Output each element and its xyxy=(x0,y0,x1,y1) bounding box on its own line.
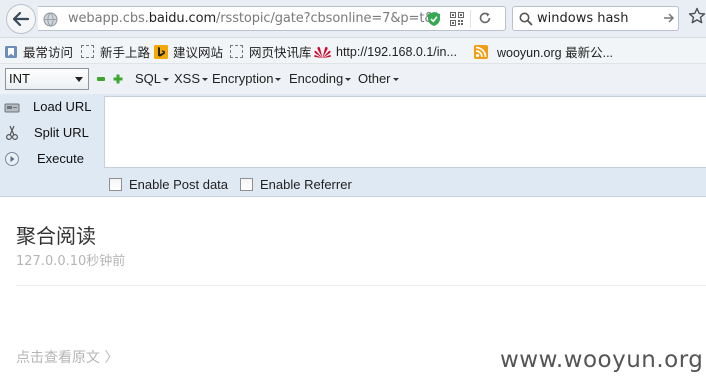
hackbar-panel: Load URL Split URL Execute Enable Post d… xyxy=(0,94,706,197)
enable-post-checkbox[interactable]: Enable Post data xyxy=(109,177,228,192)
decrease-icon[interactable] xyxy=(97,77,105,81)
hackbar-options: Enable Post data Enable Referrer xyxy=(0,170,706,197)
bookmark-router[interactable]: http://192.168.0.1/in... xyxy=(314,43,457,60)
url-bar-separator xyxy=(470,10,471,28)
qr-code-icon[interactable] xyxy=(450,12,464,26)
enable-referrer-checkbox[interactable]: Enable Referrer xyxy=(240,177,352,192)
rss-icon xyxy=(474,44,488,59)
bookmark-getting-started[interactable]: 新手上路 xyxy=(81,43,150,60)
increase-icon[interactable] xyxy=(113,74,123,84)
bookmarks-toolbar: 最常访问 新手上路 建议网站 网页快讯库 http://192.168.0.1/… xyxy=(0,38,706,64)
dashed-page-icon xyxy=(230,45,243,58)
reload-icon[interactable] xyxy=(478,11,492,25)
search-bar[interactable]: windows hash xyxy=(512,6,679,31)
load-url-icon xyxy=(4,103,20,113)
content-divider xyxy=(16,285,706,286)
checkbox-box[interactable] xyxy=(109,178,122,191)
page-meta: 127.0.0.10秒钟前 xyxy=(16,254,126,269)
bookmark-folder-icon xyxy=(5,45,17,58)
watermark: www.wooyun.org xyxy=(500,347,704,373)
search-input[interactable]: windows hash xyxy=(537,11,628,26)
huawei-icon xyxy=(314,46,331,58)
dashed-page-icon xyxy=(81,45,94,58)
bookmark-web-slice-gallery[interactable]: 网页快讯库 xyxy=(230,43,312,60)
menu-other[interactable]: Other xyxy=(358,71,399,86)
hackbar-toolbar: INT SQL XSS Encryption Encoding Other xyxy=(0,64,706,94)
read-original-link[interactable]: 点击查看原文 〉 xyxy=(16,347,118,367)
search-go-arrow-icon[interactable] xyxy=(663,12,675,24)
int-select[interactable]: INT xyxy=(5,68,89,90)
url-bar[interactable]: webapp.cbs.baidu.com/rsstopic/gate?cbson… xyxy=(38,6,506,31)
scissors-icon xyxy=(5,125,19,141)
execute-button[interactable]: Execute xyxy=(0,146,104,171)
bookmark-suggested-sites[interactable]: 建议网站 xyxy=(154,43,223,60)
bing-icon xyxy=(154,44,168,59)
split-url-button[interactable]: Split URL xyxy=(0,120,104,145)
menu-xss[interactable]: XSS xyxy=(174,71,208,86)
shield-icon[interactable] xyxy=(427,11,441,27)
back-arrow-icon xyxy=(13,12,29,26)
checkbox-box[interactable] xyxy=(240,178,253,191)
load-url-button[interactable]: Load URL xyxy=(0,94,104,119)
menu-sql[interactable]: SQL xyxy=(135,71,169,86)
url-text[interactable]: webapp.cbs.baidu.com/rsstopic/gate?cbson… xyxy=(68,11,438,26)
bookmark-wooyun[interactable]: wooyun.org 最新公... xyxy=(474,43,613,60)
back-button[interactable] xyxy=(6,4,36,34)
globe-icon xyxy=(43,12,58,27)
menu-encryption[interactable]: Encryption xyxy=(212,71,281,86)
hackbar-url-textarea[interactable] xyxy=(104,96,706,168)
search-icon xyxy=(519,12,533,26)
browser-navigation-bar: webapp.cbs.baidu.com/rsstopic/gate?cbson… xyxy=(0,0,706,38)
page-title: 聚合阅读 xyxy=(16,224,96,248)
menu-encoding[interactable]: Encoding xyxy=(289,71,351,86)
play-icon xyxy=(5,152,19,166)
hackbar-actions: Load URL Split URL Execute xyxy=(0,94,104,169)
bookmark-most-visited[interactable]: 最常访问 xyxy=(4,43,73,60)
bookmark-star-icon[interactable] xyxy=(688,7,706,25)
chevron-down-icon xyxy=(75,77,83,82)
